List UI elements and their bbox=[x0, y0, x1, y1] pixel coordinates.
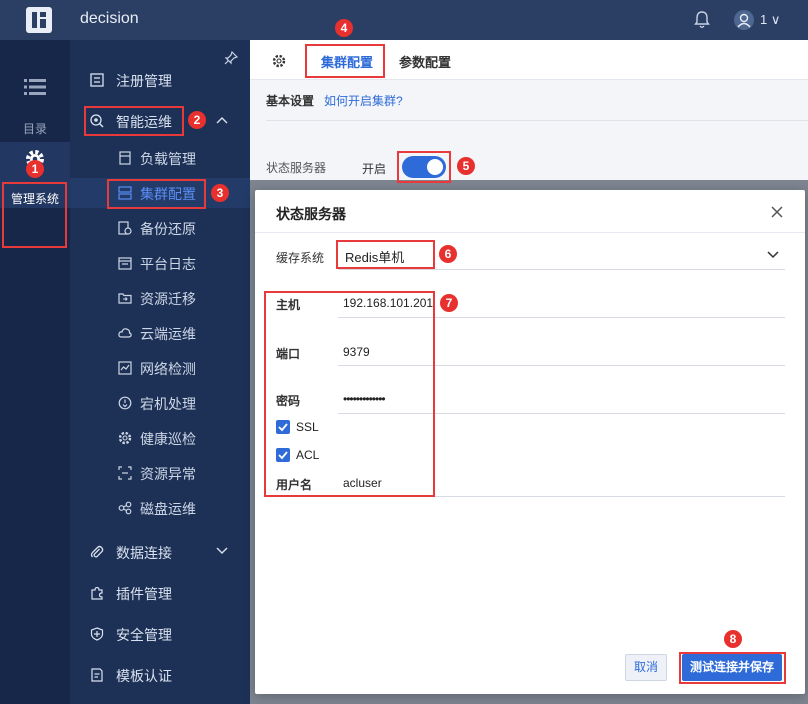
user-icon bbox=[737, 13, 751, 28]
sidebar-item-migration[interactable]: 资源迁移 bbox=[70, 283, 250, 313]
sidebar-item-disk[interactable]: 磁盘运维 bbox=[70, 493, 250, 523]
logo-icon bbox=[26, 7, 52, 33]
cloud-icon bbox=[118, 328, 132, 338]
callout-number: 4 bbox=[335, 19, 353, 37]
nav-item-data-connection[interactable]: 数据连接 bbox=[70, 535, 250, 569]
chevron-down-icon[interactable] bbox=[767, 251, 779, 259]
state-server-status: 开启 bbox=[362, 162, 387, 176]
callout-box-tab bbox=[305, 44, 385, 78]
section-divider bbox=[266, 120, 808, 121]
nav-item-label: 模板认证 bbox=[116, 668, 172, 684]
sidebar-item-downtime[interactable]: 宕机处理 bbox=[70, 388, 250, 418]
sidebar-item-health[interactable]: 健康巡检 bbox=[70, 423, 250, 453]
section-title: 基本设置 bbox=[266, 94, 315, 108]
help-link[interactable]: 如何开启集群? bbox=[324, 92, 403, 109]
callout-box-toggle bbox=[397, 151, 451, 183]
sidebar-item-label: 资源迁移 bbox=[140, 291, 196, 307]
left-rail bbox=[0, 40, 70, 704]
sidebar-item-label: 平台日志 bbox=[140, 256, 196, 272]
sidebar-item-label: 宕机处理 bbox=[140, 396, 196, 412]
scan-icon bbox=[118, 466, 132, 480]
callout-number: 7 bbox=[440, 294, 458, 312]
close-icon[interactable] bbox=[770, 205, 784, 219]
health-gear-icon bbox=[118, 431, 132, 445]
nav-item-template-auth[interactable]: 模板认证 bbox=[70, 658, 250, 692]
user-menu[interactable]: 1 ∨ bbox=[760, 12, 780, 28]
sidebar-item-label: 云端运维 bbox=[140, 326, 196, 342]
template-icon bbox=[91, 668, 103, 682]
folder-icon bbox=[118, 293, 132, 304]
sidebar-item-resource-error[interactable]: 资源异常 bbox=[70, 458, 250, 488]
disk-icon bbox=[118, 501, 132, 515]
cache-system-label: 缓存系统 bbox=[276, 251, 325, 265]
sidebar-item-backup[interactable]: 备份还原 bbox=[70, 213, 250, 243]
backup-icon bbox=[118, 221, 132, 235]
nav-item-plugins[interactable]: 插件管理 bbox=[70, 576, 250, 610]
callout-number: 5 bbox=[457, 157, 475, 175]
app-title: decision bbox=[80, 10, 139, 27]
cancel-button[interactable]: 取消 bbox=[625, 654, 667, 681]
sidebar-item-label: 网络检测 bbox=[140, 361, 196, 377]
settings-gear-icon[interactable] bbox=[272, 54, 286, 68]
list-icon[interactable] bbox=[24, 78, 46, 96]
register-icon bbox=[90, 73, 104, 87]
puzzle-icon bbox=[91, 586, 103, 600]
sidebar-item-load[interactable]: 负载管理 bbox=[70, 143, 250, 173]
sidebar-item-label: 负载管理 bbox=[140, 151, 196, 167]
callout-number: 6 bbox=[439, 245, 457, 263]
nav-item-label: 注册管理 bbox=[116, 73, 172, 89]
callout-number: 1 bbox=[26, 160, 44, 178]
network-icon bbox=[118, 361, 132, 375]
callout-box-fields bbox=[264, 291, 435, 497]
chevron-down-icon bbox=[216, 547, 228, 554]
sidebar-item-logs[interactable]: 平台日志 bbox=[70, 248, 250, 278]
bell-icon[interactable] bbox=[694, 11, 710, 29]
nav-item-label: 安全管理 bbox=[116, 627, 172, 643]
sidebar-item-cloud[interactable]: 云端运维 bbox=[70, 318, 250, 348]
calendar-icon bbox=[118, 257, 132, 270]
dialog-divider bbox=[255, 232, 805, 233]
cache-select-underline bbox=[338, 269, 785, 270]
nav-item-label: 插件管理 bbox=[116, 586, 172, 602]
load-icon bbox=[119, 151, 131, 165]
sidebar-item-network[interactable]: 网络检测 bbox=[70, 353, 250, 383]
rail-catalog-label[interactable]: 目录 bbox=[0, 120, 70, 137]
callout-box-save bbox=[679, 652, 786, 684]
power-icon bbox=[118, 396, 132, 410]
callout-box-smart-ops bbox=[84, 106, 184, 136]
dialog-title: 状态服务器 bbox=[276, 206, 346, 222]
callout-number: 3 bbox=[211, 184, 229, 202]
callout-box-cache bbox=[336, 240, 435, 269]
tab-param-config[interactable]: 参数配置 bbox=[399, 52, 451, 71]
callout-number: 2 bbox=[188, 111, 206, 129]
sidebar-item-label: 健康巡检 bbox=[140, 431, 196, 447]
callout-box-cluster bbox=[107, 179, 206, 209]
user-name: 1 bbox=[760, 12, 768, 27]
nav-item-register[interactable]: 注册管理 bbox=[70, 63, 250, 97]
state-server-label: 状态服务器 bbox=[266, 161, 327, 175]
callout-box-admin bbox=[2, 182, 67, 248]
nav-item-label: 数据连接 bbox=[116, 545, 172, 561]
paperclip-icon bbox=[90, 545, 104, 558]
sidebar-item-label: 备份还原 bbox=[140, 221, 196, 237]
avatar[interactable] bbox=[734, 10, 754, 30]
chevron-up-icon bbox=[216, 117, 228, 124]
sidebar-item-label: 磁盘运维 bbox=[140, 501, 196, 517]
nav-item-security[interactable]: 安全管理 bbox=[70, 617, 250, 651]
shield-icon bbox=[90, 627, 104, 641]
callout-number: 8 bbox=[724, 630, 742, 648]
sidebar-item-label: 资源异常 bbox=[140, 466, 196, 482]
